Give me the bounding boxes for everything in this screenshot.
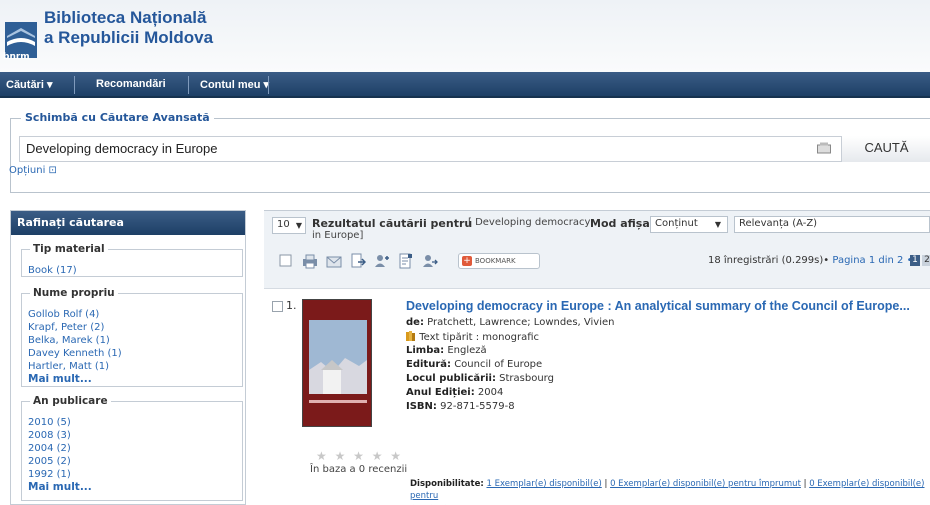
search-input[interactable]: Developing democracy in Europe (19, 136, 925, 162)
publisher-value: Council of Europe (454, 359, 543, 370)
place-label: Locul publicării: (406, 373, 496, 384)
sidebar-title: Rafinați căutarea (11, 211, 245, 235)
book-type-icon (406, 331, 415, 341)
author-label: de: (406, 317, 424, 328)
results-count-text: 18 înregistrări (0.299s)• (708, 255, 830, 266)
results-panel: 10 ▼ Rezultatul căutării pentru [ Develo… (264, 210, 930, 505)
refine-sidebar: Rafinați căutarea Tip material Book (17)… (10, 210, 246, 505)
record-language: Limba: Engleză (406, 345, 487, 356)
nav-cautari[interactable]: Căutări ▾ (6, 78, 52, 91)
library-name-line1: Biblioteca Națională (44, 8, 207, 27)
nav-separator (74, 76, 75, 94)
results-toolbar: 10 ▼ Rezultatul căutării pentru [ Develo… (264, 211, 930, 289)
results-title: Rezultatul căutării pentru (312, 217, 473, 230)
nav-contul-meu[interactable]: Contul meu ▾ (200, 78, 269, 91)
language-value: Engleză (447, 345, 487, 356)
book-cover-image[interactable] (302, 299, 372, 427)
search-button[interactable]: CAUTĂ (841, 136, 930, 162)
type-value: Text tipărit : monografic (419, 332, 540, 343)
page-1-button[interactable]: 1 (910, 255, 920, 266)
nav-separator (188, 76, 189, 94)
availability-label: Disponibilitate: (410, 479, 484, 489)
reviews-count: În baza a 0 recenzii (310, 464, 408, 475)
facet-item[interactable]: Belka, Marek (1) (28, 334, 238, 347)
sort-value: Relevanța (A-Z) (739, 218, 818, 229)
email-icon[interactable] (326, 253, 342, 269)
facet-item[interactable]: Book (17) (28, 264, 238, 277)
author-value[interactable]: Pratchett, Lawrence; Lowndes, Vivien (427, 317, 614, 328)
facet-item[interactable]: Gollob Rolf (4) (28, 308, 238, 321)
record-type: Text tipărit : monografic (406, 331, 539, 343)
chevron-down-icon: ▼ (714, 220, 721, 229)
user-icon[interactable] (422, 253, 438, 269)
record-title-link[interactable]: Developing democracy in Europe : An anal… (406, 299, 910, 313)
facet-item[interactable]: 2010 (5) (28, 416, 238, 429)
facet-item[interactable]: Hartler, Matt (1) (28, 360, 238, 373)
record-isbn: ISBN: 92-871-5579-8 (406, 401, 515, 412)
facet-material-type: Tip material Book (17) (21, 243, 243, 277)
nav-recomandari[interactable]: Recomandări (96, 78, 166, 90)
facet-title: Nume propriu (30, 287, 118, 299)
isbn-value: 92-871-5579-8 (440, 401, 515, 412)
sort-select[interactable]: Relevanța (A-Z) (734, 216, 930, 233)
per-page-select[interactable]: 10 ▼ (272, 217, 306, 234)
availability-link-loan[interactable]: 0 Exemplar(e) disponibil(e) pentru împru… (610, 479, 801, 489)
facet-item[interactable]: 1992 (1) (28, 468, 238, 481)
site-header: bnrm Biblioteca Națională a Republicii M… (0, 0, 930, 72)
page-2-button[interactable]: 2 (922, 255, 930, 266)
facet-proper-name: Nume propriu Gollob Rolf (4) Krapf, Pete… (21, 287, 243, 387)
facet-publication-year: An publicare 2010 (5) 2008 (3) 2004 (2) … (21, 395, 243, 501)
pagination-text[interactable]: Pagina 1 din 2 • (832, 255, 912, 266)
document-icon[interactable] (398, 253, 414, 269)
print-icon[interactable] (302, 253, 318, 269)
facet-item[interactable]: 2004 (2) (28, 442, 238, 455)
user-add-icon[interactable] (374, 253, 390, 269)
keyboard-icon[interactable] (817, 142, 831, 154)
results-query-line1: [ Developing democracy (468, 217, 591, 228)
language-label: Limba: (406, 345, 445, 356)
bookmark-button[interactable]: BOOKMARK (458, 253, 540, 269)
facet-item[interactable]: 2005 (2) (28, 455, 238, 468)
rating-stars[interactable]: ★ ★ ★ ★ ★ (316, 449, 403, 463)
nav-separator (268, 76, 269, 94)
facet-item[interactable]: Krapf, Peter (2) (28, 321, 238, 334)
facet-title: An publicare (30, 395, 111, 407)
record-checkbox[interactable] (272, 301, 283, 312)
record-author: de: Pratchett, Lawrence; Lowndes, Vivien (406, 317, 614, 328)
availability-link-available[interactable]: 1 Exemplar(e) disponibil(e) (486, 479, 601, 489)
facet-item[interactable]: Davey Kenneth (1) (28, 347, 238, 360)
book-cover-art-icon (303, 300, 371, 426)
record-publisher: Editură: Council of Europe (406, 359, 542, 370)
search-panel: Schimbă cu Căutare Avansată Developing d… (9, 111, 930, 193)
library-name[interactable]: Biblioteca Națională a Republicii Moldov… (44, 8, 213, 48)
record-number: 1. (286, 299, 297, 312)
per-page-value: 10 (277, 219, 290, 230)
advanced-search-link[interactable]: Schimbă cu Căutare Avansată (21, 111, 214, 124)
results-count: 18 înregistrări (0.299s)• Pagina 1 din 2… (708, 255, 912, 266)
result-record: 1. ★ ★ ★ ★ ★ În baza a 0 recenzii Develo… (264, 289, 930, 505)
isbn-label: ISBN: (406, 401, 437, 412)
place-value: Strasbourg (499, 373, 554, 384)
library-name-line2: a Republicii Moldova (44, 28, 214, 47)
record-availability: Disponibilitate: 1 Exemplar(e) disponibi… (410, 478, 928, 505)
year-label: Anul Ediției: (406, 387, 475, 398)
view-mode-select[interactable]: Conținut ▼ (650, 216, 728, 233)
publisher-label: Editură: (406, 359, 451, 370)
logo-abbreviation: bnrm (3, 52, 30, 62)
facet-more-link[interactable]: Mai mult... (28, 373, 238, 386)
record-year: Anul Ediției: 2004 (406, 387, 503, 398)
year-value: 2004 (477, 387, 504, 398)
view-mode-value: Conținut (655, 218, 698, 229)
search-options-toggle[interactable]: Opțiuni ⊡ (9, 165, 57, 176)
facet-title: Tip material (30, 243, 108, 255)
facet-item[interactable]: 2008 (3) (28, 429, 238, 442)
facet-more-link[interactable]: Mai mult... (28, 481, 238, 494)
chevron-down-icon: ▼ (295, 221, 302, 230)
main-nav: Căutări ▾ Recomandări Contul meu ▾ (0, 72, 930, 98)
record-place: Locul publicării: Strasbourg (406, 373, 554, 384)
results-query-line2: in Europe] (312, 230, 364, 241)
export-icon[interactable] (350, 253, 366, 269)
select-all-checkbox-icon[interactable] (278, 253, 294, 269)
